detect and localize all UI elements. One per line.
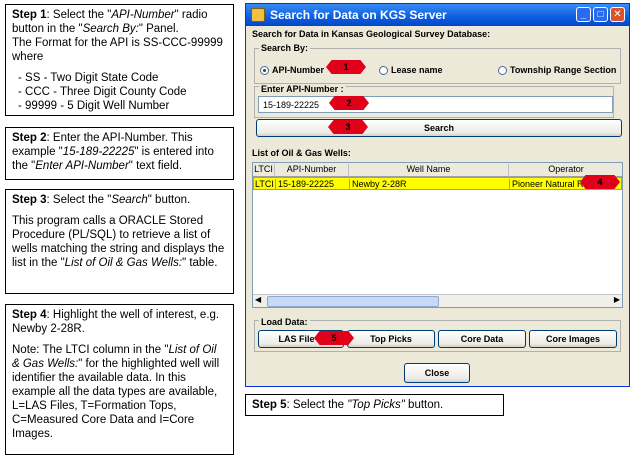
minimize-icon[interactable]: _ [576, 7, 591, 22]
scroll-left-icon[interactable]: ◀ [255, 295, 261, 304]
api-format-item: 99999 - 5 Digit Well Number [18, 99, 227, 113]
load-data-legend: Load Data: [259, 317, 310, 327]
step5-text: Step 5: Select the "Top Picks" button. [252, 399, 444, 411]
search-by-legend: Search By: [259, 43, 311, 53]
horizontal-scrollbar[interactable]: ◀ ▶ [253, 294, 622, 307]
core-images-button[interactable]: Core Images [529, 330, 617, 348]
radio-township-range-section[interactable]: Township Range Section [498, 65, 616, 75]
wells-table: LTCI API-Number Well Name Operator LTCI … [252, 162, 623, 308]
search-button[interactable]: Search [256, 119, 622, 137]
step4-box: Step 4: Highlight the well of interest, … [5, 304, 234, 455]
step4-note: Note: The LTCI column in the "List of Oi… [12, 344, 220, 440]
column-header-ltci[interactable]: LTCI [253, 164, 275, 176]
column-header-api-number[interactable]: API-Number [275, 164, 349, 176]
step-marker-2: 2 [329, 96, 369, 110]
step5-box: Step 5: Select the "Top Picks" button. [245, 394, 504, 416]
cell-api-number: 15-189-22225 [278, 179, 350, 190]
close-button[interactable]: Close [404, 363, 470, 383]
maximize-icon[interactable]: □ [593, 7, 608, 22]
column-header-well-name[interactable]: Well Name [349, 164, 509, 176]
radio-lease-name[interactable]: Lease name [379, 65, 443, 75]
step2-box: Step 2: Enter the API-Number. This examp… [5, 127, 234, 180]
radio-unselected-icon [498, 65, 507, 75]
api-number-legend: Enter API-Number : [259, 84, 346, 94]
step1-text: Step 1: Select the "API-Number" radio bu… [12, 9, 223, 63]
radio-selected-icon [260, 65, 269, 75]
step1-box: Step 1: Select the "API-Number" radio bu… [5, 4, 234, 116]
step-marker-3: 3 [328, 120, 368, 134]
top-picks-button[interactable]: Top Picks [347, 330, 435, 348]
step-marker-4: 4 [580, 175, 620, 189]
wells-legend: List of Oil & Gas Wells: [252, 148, 351, 158]
kgs-search-window: Search for Data on KGS Server _ □ ✕ Sear… [245, 3, 630, 387]
table-row[interactable]: LTCI 15-189-22225 Newby 2-28R Pioneer Na… [253, 177, 622, 190]
step-marker-5: 5 [314, 331, 354, 345]
step4-text: Step 4: Highlight the well of interest, … [12, 309, 220, 335]
api-format-item: SS - Two Digit State Code [18, 71, 227, 85]
step2-text: Step 2: Enter the API-Number. This examp… [12, 132, 214, 172]
step3-text: Step 3: Select the "Search" button. [12, 194, 191, 206]
cell-ltci: LTCI [255, 179, 276, 190]
cell-well-name: Newby 2-28R [352, 179, 510, 190]
api-format-list: SS - Two Digit State Code CCC - Three Di… [12, 71, 227, 113]
scroll-thumb[interactable] [267, 296, 439, 307]
wells-table-header: LTCI API-Number Well Name Operator [253, 163, 622, 177]
radio-api-number[interactable]: API-Number [260, 65, 324, 75]
api-number-input[interactable]: 15-189-22225 [258, 96, 613, 113]
close-icon[interactable]: ✕ [610, 7, 625, 22]
cell-operator: Pioneer Natural R [512, 179, 584, 189]
column-header-operator[interactable]: Operator [509, 164, 622, 176]
step3-detail: This program calls a ORACLE Stored Proce… [12, 215, 225, 269]
scroll-right-icon[interactable]: ▶ [614, 295, 620, 304]
step-marker-1: 1 [326, 60, 366, 74]
app-icon [251, 8, 265, 22]
search-group-title: Search for Data in Kansas Geological Sur… [252, 29, 491, 39]
window-titlebar[interactable]: Search for Data on KGS Server _ □ ✕ [246, 4, 629, 26]
core-data-button[interactable]: Core Data [438, 330, 526, 348]
api-format-item: CCC - Three Digit County Code [18, 85, 227, 99]
window-title: Search for Data on KGS Server [270, 8, 447, 22]
radio-unselected-icon [379, 65, 388, 75]
step3-box: Step 3: Select the "Search" button. This… [5, 189, 234, 294]
